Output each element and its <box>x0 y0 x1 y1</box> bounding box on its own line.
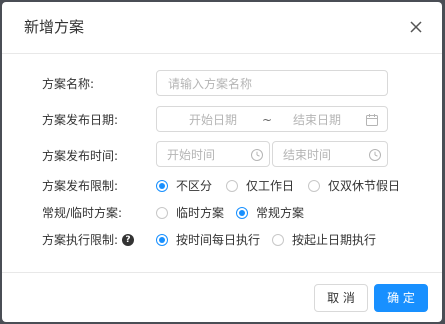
plan-name-placeholder: 请输入方案名称 <box>168 77 253 91</box>
radio-dot[interactable] <box>156 180 168 192</box>
publish-date-label: 方案发布日期: <box>42 113 119 127</box>
radio-label: 仅工作日 <box>246 179 295 193</box>
clock-icon <box>368 147 382 161</box>
close-icon[interactable] <box>406 17 426 37</box>
radio-label: 不区分 <box>176 179 213 193</box>
radio-label: 按时间每日执行 <box>176 233 261 247</box>
radio-label: 常规方案 <box>256 206 305 220</box>
radio-label: 临时方案 <box>176 206 225 220</box>
plan-name-input[interactable]: 请输入方案名称 <box>156 70 388 96</box>
dialog-footer: 取 消 确 定 <box>2 272 442 322</box>
start-time-picker[interactable]: 开始时间 <box>156 141 270 167</box>
start-time-placeholder: 开始时间 <box>167 148 216 162</box>
end-date-placeholder[interactable]: 结束日期 <box>293 112 341 128</box>
help-icon[interactable]: ? <box>122 234 134 246</box>
cancel-button[interactable]: 取 消 <box>314 284 368 312</box>
clock-icon <box>250 147 264 161</box>
plan-name-label: 方案名称: <box>42 77 95 91</box>
radio-dot[interactable] <box>272 234 284 246</box>
radio-label: 按起止日期执行 <box>292 233 377 247</box>
end-time-picker[interactable]: 结束时间 <box>272 141 388 167</box>
plan-type-label: 常规/临时方案: <box>42 206 123 220</box>
publish-date-range-picker[interactable]: 开始日期 ~ 结束日期 <box>156 106 388 132</box>
radio-dot[interactable] <box>308 180 320 192</box>
start-date-placeholder[interactable]: 开始日期 <box>189 112 237 128</box>
calendar-icon[interactable] <box>365 112 379 126</box>
publish-limit-label: 方案发布限制: <box>42 179 119 193</box>
publish-time-label: 方案发布时间: <box>42 149 119 163</box>
radio-label: 仅双休节假日 <box>328 179 401 193</box>
add-plan-dialog: 新增方案 方案名称: 请输入方案名称 方案发布日期: 开始日期 ~ 结束日期 方… <box>2 2 442 322</box>
dialog-header: 新增方案 <box>2 2 442 54</box>
radio-dot[interactable] <box>156 207 168 219</box>
confirm-button[interactable]: 确 定 <box>374 284 428 312</box>
exec-limit-label: 方案执行限制: <box>42 233 119 247</box>
radio-dot[interactable] <box>226 180 238 192</box>
dialog-title: 新增方案 <box>24 18 85 36</box>
end-time-placeholder: 结束时间 <box>283 148 332 162</box>
radio-dot[interactable] <box>156 234 168 246</box>
date-range-separator: ~ <box>262 113 273 127</box>
radio-dot[interactable] <box>236 207 248 219</box>
